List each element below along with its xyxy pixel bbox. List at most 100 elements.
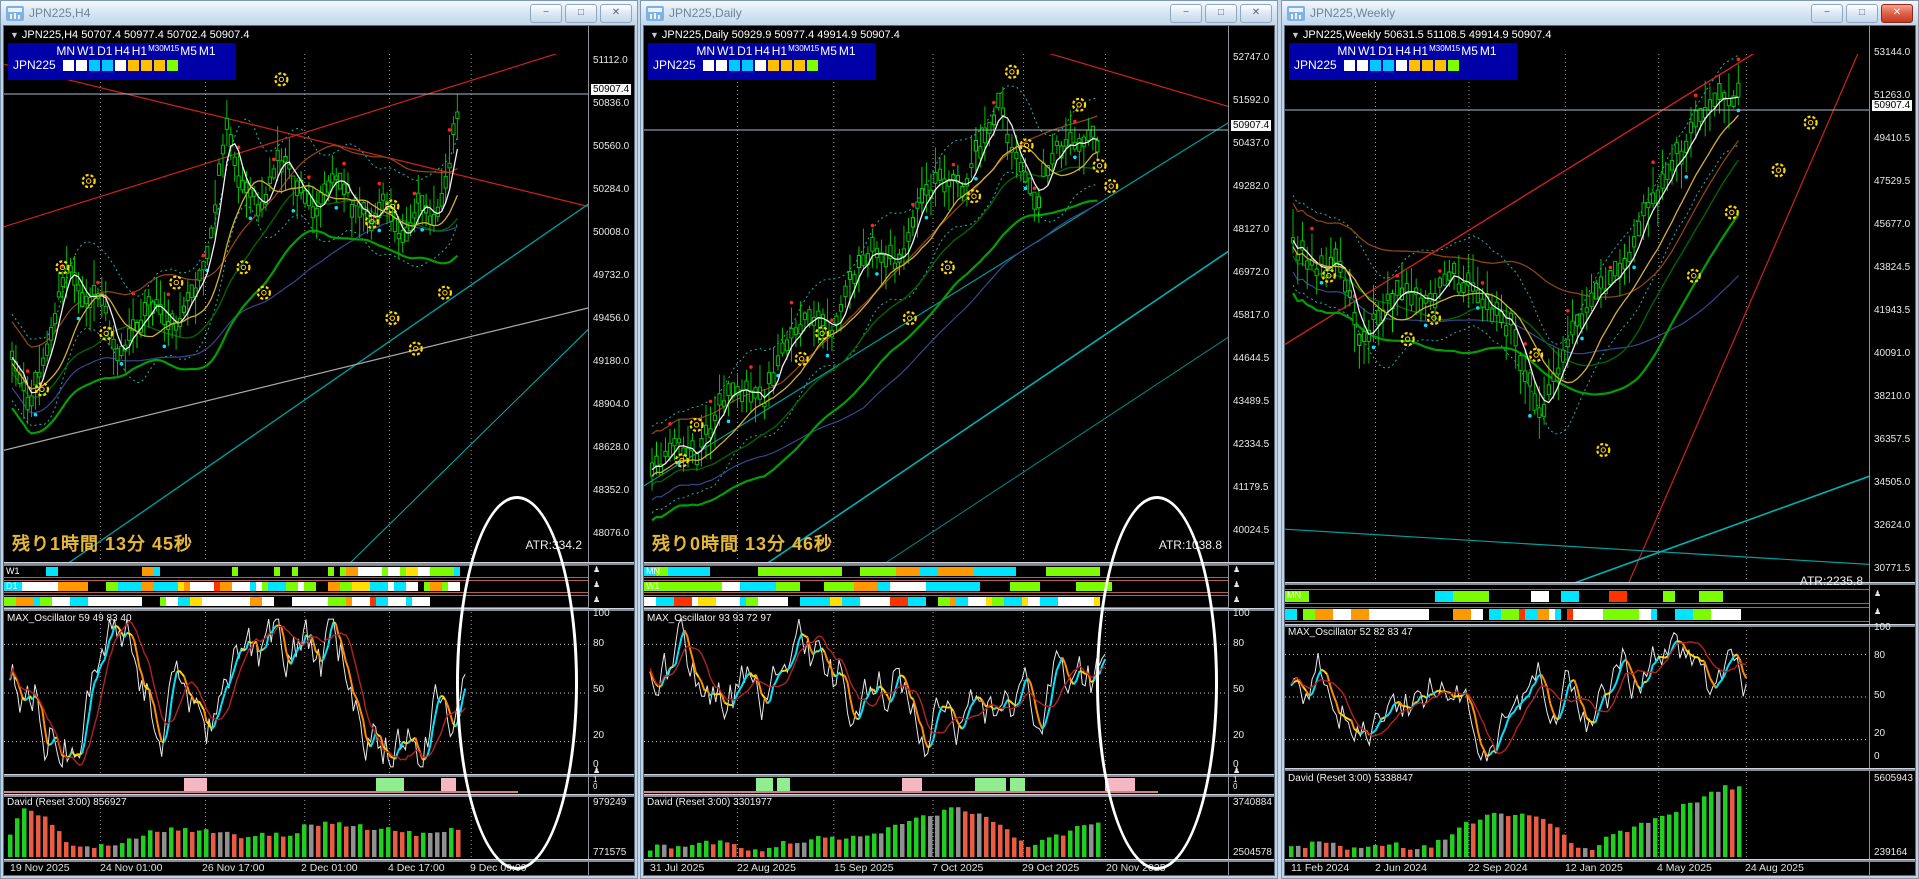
time-axis-label[interactable]: 22 Sep 2024 bbox=[1468, 862, 1528, 874]
chart-window-h4: JPN225,H4 − □ ✕ ▼ JPN225,H4 50707.4 50977… bbox=[0, 0, 638, 879]
chart-client-area[interactable]: ▼ JPN225,Daily 50929.9 50977.4 49914.9 50… bbox=[643, 25, 1275, 876]
price-axis[interactable]: 53144.0 51263.0 49410.5 47529.5 45677.0 43824… bbox=[1871, 26, 1915, 875]
price-chart[interactable] bbox=[644, 54, 1228, 562]
strip-cell bbox=[376, 597, 388, 606]
time-axis-label[interactable]: 24 Aug 2025 bbox=[1745, 862, 1804, 874]
timeframe-button-m1[interactable]: M1 bbox=[199, 44, 216, 58]
chart-window-icon bbox=[1287, 5, 1305, 21]
timeframe-button-h4[interactable]: H4 bbox=[754, 44, 769, 58]
david-scale-bottom: 2504578 bbox=[1233, 847, 1272, 858]
timeframe-button-mn[interactable]: MN bbox=[1337, 44, 1356, 58]
minimize-button[interactable]: − bbox=[1811, 3, 1843, 23]
time-axis-label[interactable]: 31 Jul 2025 bbox=[650, 862, 704, 874]
price-axis-label: 41179.5 bbox=[1233, 482, 1269, 493]
timeframe-button-w1[interactable]: W1 bbox=[77, 44, 95, 58]
time-axis-label[interactable]: 19 Nov 2025 bbox=[10, 862, 70, 874]
time-axis-label[interactable]: 12 Jan 2025 bbox=[1565, 862, 1623, 874]
close-button[interactable]: ✕ bbox=[1881, 3, 1913, 23]
maximize-button[interactable]: □ bbox=[1205, 3, 1237, 23]
time-axis-label[interactable]: 15 Sep 2025 bbox=[834, 862, 894, 874]
max-oscillator-panel[interactable] bbox=[1285, 626, 1869, 768]
timeframe-button-d1[interactable]: D1 bbox=[97, 44, 112, 58]
strip-cell bbox=[740, 582, 758, 591]
indicator-square-3 bbox=[741, 59, 753, 71]
indicator-square-2 bbox=[1369, 59, 1381, 71]
strip-cell bbox=[1351, 609, 1369, 620]
timeframe-button-h1[interactable]: H1 bbox=[132, 44, 147, 58]
time-axis-label[interactable]: 26 Nov 17:00 bbox=[202, 862, 264, 874]
symbol-dropdown-caret[interactable]: ▼ bbox=[650, 30, 659, 40]
chart-client-area[interactable]: ▼ JPN225,Weekly 50631.5 51108.5 49914.9 5… bbox=[1284, 25, 1916, 876]
timeframe-button-m1[interactable]: M1 bbox=[1480, 44, 1497, 58]
price-axis-label: 51592.0 bbox=[1233, 95, 1270, 106]
strip-cell bbox=[716, 597, 728, 606]
price-axis[interactable]: 51112.0 50836.0 50560.0 50284.0 50008.0 49732… bbox=[590, 26, 634, 875]
indicator-square-3 bbox=[1382, 59, 1394, 71]
minimize-button[interactable]: − bbox=[1170, 3, 1202, 23]
timeframe-button-h1[interactable]: H1 bbox=[1413, 44, 1428, 58]
close-button[interactable]: ✕ bbox=[1240, 3, 1272, 23]
david-histogram-panel[interactable] bbox=[1285, 772, 1869, 858]
sun-marker bbox=[437, 285, 453, 300]
time-axis-label[interactable]: 2 Jun 2024 bbox=[1375, 862, 1427, 874]
timeframe-button-m5[interactable]: M5 bbox=[180, 44, 197, 58]
strip-cell bbox=[758, 567, 800, 576]
timeframe-button-d1[interactable]: D1 bbox=[737, 44, 752, 58]
strip-cell bbox=[920, 567, 938, 576]
price-chart[interactable] bbox=[4, 54, 588, 562]
time-axis-label[interactable]: 11 Feb 2024 bbox=[1291, 862, 1349, 874]
strip-cell bbox=[430, 567, 448, 576]
chart-client-area[interactable]: ▼ JPN225,H4 50707.4 50977.4 50702.4 50907… bbox=[3, 25, 635, 876]
time-axis-label[interactable]: 2 Dec 01:00 bbox=[301, 862, 358, 874]
strip-cell bbox=[974, 567, 1016, 576]
titlebar[interactable]: JPN225,Daily − □ ✕ bbox=[641, 1, 1277, 25]
timeframe-button-m30[interactable]: M30 bbox=[788, 44, 804, 53]
timeframe-button-mn[interactable]: MN bbox=[56, 44, 75, 58]
maximize-button[interactable]: □ bbox=[565, 3, 597, 23]
timeframe-button-w1[interactable]: W1 bbox=[1358, 44, 1376, 58]
indicator-square-7 bbox=[793, 59, 805, 71]
timeframe-button-m15[interactable]: M15 bbox=[1445, 44, 1461, 53]
strip-scale-anchor-icon: ♟ bbox=[1874, 607, 1882, 616]
time-axis-label[interactable]: 4 May 2025 bbox=[1657, 862, 1712, 874]
timeframe-button-m15[interactable]: M15 bbox=[164, 44, 180, 53]
david-label: David (Reset 3:00) 856927 bbox=[7, 797, 127, 808]
timeframe-button-m30[interactable]: M30 bbox=[1429, 44, 1445, 53]
ohlc-line: ▼ JPN225,Daily 50929.9 50977.4 49914.9 50… bbox=[650, 29, 900, 41]
multi-signal-block bbox=[375, 778, 405, 792]
titlebar[interactable]: JPN225,H4 − □ ✕ bbox=[1, 1, 637, 25]
timeframe-button-h1[interactable]: H1 bbox=[772, 44, 787, 58]
timeframe-button-m1[interactable]: M1 bbox=[839, 44, 856, 58]
oscillator-scale-label: 80 bbox=[1233, 638, 1245, 649]
price-chart[interactable] bbox=[1285, 54, 1869, 582]
timeframe-button-m15[interactable]: M15 bbox=[804, 44, 820, 53]
close-button[interactable]: ✕ bbox=[600, 3, 632, 23]
timeframe-button-h4[interactable]: H4 bbox=[114, 44, 129, 58]
timeframe-button-m5[interactable]: M5 bbox=[1461, 44, 1478, 58]
price-axis[interactable]: 52747.0 51592.0 50437.0 49282.0 48127.0 46972… bbox=[1230, 26, 1274, 875]
time-axis-label[interactable]: 29 Oct 2025 bbox=[1022, 862, 1079, 874]
time-axis-label[interactable]: 22 Aug 2025 bbox=[737, 862, 796, 874]
symbol-dropdown-caret[interactable]: ▼ bbox=[10, 30, 19, 40]
strip-cell bbox=[70, 582, 88, 591]
timeframe-button-h4[interactable]: H4 bbox=[1395, 44, 1410, 58]
time-axis-label[interactable]: 7 Oct 2025 bbox=[932, 862, 983, 874]
price-axis-label: 32624.0 bbox=[1874, 520, 1911, 531]
maximize-button[interactable]: □ bbox=[1846, 3, 1878, 23]
ohlc-text: JPN225,Daily 50929.9 50977.4 49914.9 509… bbox=[661, 29, 900, 41]
symbol-dropdown-caret[interactable]: ▼ bbox=[1291, 30, 1300, 40]
time-axis-label[interactable]: 24 Nov 01:00 bbox=[100, 862, 162, 874]
strip-cell bbox=[370, 582, 388, 591]
strip-cell bbox=[824, 582, 854, 591]
time-axis-label[interactable]: 4 Dec 17:00 bbox=[388, 862, 445, 874]
timeframe-button-d1[interactable]: D1 bbox=[1378, 44, 1393, 58]
minimize-button[interactable]: − bbox=[530, 3, 562, 23]
timeframe-button-mn[interactable]: MN bbox=[696, 44, 715, 58]
timeframe-button-w1[interactable]: W1 bbox=[717, 44, 735, 58]
indicator-square-8 bbox=[166, 59, 178, 71]
timeframe-button-m5[interactable]: M5 bbox=[820, 44, 837, 58]
timeframe-button-m30[interactable]: M30 bbox=[148, 44, 164, 53]
indicator-square-0 bbox=[702, 59, 714, 71]
price-axis-label: 40091.0 bbox=[1874, 348, 1911, 359]
titlebar[interactable]: JPN225,Weekly − □ ✕ bbox=[1282, 1, 1918, 25]
